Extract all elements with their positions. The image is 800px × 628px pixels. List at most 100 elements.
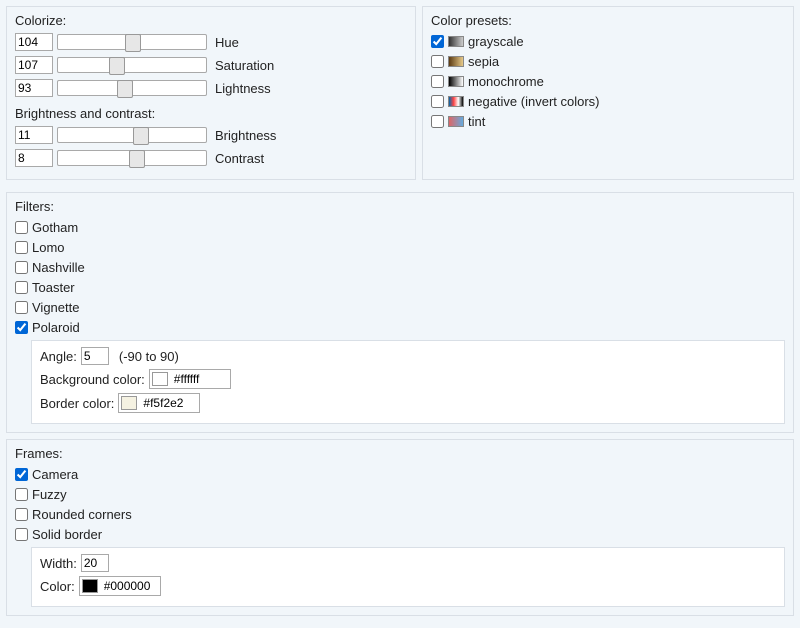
camera-width-input[interactable]	[81, 554, 109, 572]
polaroid-border-input[interactable]	[141, 395, 197, 411]
preset-negative-row: negative (invert colors)	[431, 92, 785, 110]
hue-thumb[interactable]	[125, 34, 141, 52]
polaroid-border-swatch	[121, 396, 137, 410]
frame-camera-checkbox[interactable]	[15, 468, 28, 481]
filter-toaster-row: Toaster	[15, 278, 785, 296]
camera-width-label: Width:	[40, 556, 77, 571]
preset-monochrome-checkbox[interactable]	[431, 75, 444, 88]
preset-monochrome-label: monochrome	[468, 74, 544, 89]
sepia-icon	[448, 56, 464, 67]
polaroid-bg-row: Background color:	[40, 369, 776, 389]
polaroid-subpanel: Angle: (-90 to 90) Background color: Bor…	[31, 340, 785, 424]
filters-panel: Filters: Gotham Lomo Nashville Toaster V…	[6, 192, 794, 433]
filters-title: Filters:	[15, 199, 785, 214]
preset-negative-label: negative (invert colors)	[468, 94, 600, 109]
saturation-label: Saturation	[215, 58, 274, 73]
filter-polaroid-row: Polaroid	[15, 318, 785, 336]
filter-nashville-label: Nashville	[32, 260, 85, 275]
contrast-label: Contrast	[215, 151, 264, 166]
bc-title: Brightness and contrast:	[15, 106, 407, 121]
color-presets-title: Color presets:	[431, 13, 785, 28]
frames-panel: Frames: Camera Fuzzy Rounded corners Sol…	[6, 439, 794, 616]
polaroid-angle-input[interactable]	[81, 347, 109, 365]
frame-rounded-label: Rounded corners	[32, 507, 132, 522]
frame-fuzzy-checkbox[interactable]	[15, 488, 28, 501]
camera-color-colorfield[interactable]	[79, 576, 161, 596]
preset-sepia-label: sepia	[468, 54, 499, 69]
colorize-title: Colorize:	[15, 13, 407, 28]
brightness-slider[interactable]	[57, 127, 207, 143]
saturation-input[interactable]	[15, 56, 53, 74]
frame-solid-row: Solid border	[15, 525, 785, 543]
filter-toaster-label: Toaster	[32, 280, 75, 295]
polaroid-bg-input[interactable]	[172, 371, 228, 387]
preset-sepia-checkbox[interactable]	[431, 55, 444, 68]
hue-input[interactable]	[15, 33, 53, 51]
color-presets-panel: Color presets: grayscale sepia monochrom…	[422, 6, 794, 180]
preset-monochrome-row: monochrome	[431, 72, 785, 90]
brightness-label: Brightness	[215, 128, 276, 143]
brightness-input[interactable]	[15, 126, 53, 144]
preset-grayscale-label: grayscale	[468, 34, 524, 49]
lightness-label: Lightness	[215, 81, 271, 96]
colorize-panel: Colorize: Hue Saturation Lightness Brigh…	[6, 6, 416, 180]
hue-row: Hue	[15, 32, 407, 52]
camera-color-row: Color:	[40, 576, 776, 596]
filter-lomo-row: Lomo	[15, 238, 785, 256]
preset-negative-checkbox[interactable]	[431, 95, 444, 108]
monochrome-icon	[448, 76, 464, 87]
brightness-row: Brightness	[15, 125, 407, 145]
lightness-thumb[interactable]	[117, 80, 133, 98]
camera-width-row: Width:	[40, 554, 776, 572]
contrast-slider[interactable]	[57, 150, 207, 166]
grayscale-icon	[448, 36, 464, 47]
lightness-input[interactable]	[15, 79, 53, 97]
filter-vignette-row: Vignette	[15, 298, 785, 316]
preset-tint-row: tint	[431, 112, 785, 130]
camera-subpanel: Width: Color:	[31, 547, 785, 607]
polaroid-angle-hint: (-90 to 90)	[119, 349, 179, 364]
preset-tint-checkbox[interactable]	[431, 115, 444, 128]
saturation-row: Saturation	[15, 55, 407, 75]
frame-fuzzy-label: Fuzzy	[32, 487, 67, 502]
polaroid-bg-swatch	[152, 372, 168, 386]
polaroid-bg-label: Background color:	[40, 372, 145, 387]
preset-grayscale-checkbox[interactable]	[431, 35, 444, 48]
filter-vignette-checkbox[interactable]	[15, 301, 28, 314]
frame-camera-label: Camera	[32, 467, 78, 482]
saturation-thumb[interactable]	[109, 57, 125, 75]
filter-toaster-checkbox[interactable]	[15, 281, 28, 294]
saturation-slider[interactable]	[57, 57, 207, 73]
brightness-thumb[interactable]	[133, 127, 149, 145]
filter-gotham-label: Gotham	[32, 220, 78, 235]
camera-color-swatch	[82, 579, 98, 593]
lightness-slider[interactable]	[57, 80, 207, 96]
filter-nashville-row: Nashville	[15, 258, 785, 276]
filter-polaroid-label: Polaroid	[32, 320, 80, 335]
contrast-row: Contrast	[15, 148, 407, 168]
contrast-input[interactable]	[15, 149, 53, 167]
frame-rounded-row: Rounded corners	[15, 505, 785, 523]
preset-sepia-row: sepia	[431, 52, 785, 70]
polaroid-angle-row: Angle: (-90 to 90)	[40, 347, 776, 365]
hue-slider[interactable]	[57, 34, 207, 50]
filter-polaroid-checkbox[interactable]	[15, 321, 28, 334]
negative-icon	[448, 96, 464, 107]
polaroid-angle-label: Angle:	[40, 349, 77, 364]
contrast-thumb[interactable]	[129, 150, 145, 168]
frame-camera-row: Camera	[15, 465, 785, 483]
filter-nashville-checkbox[interactable]	[15, 261, 28, 274]
hue-label: Hue	[215, 35, 239, 50]
polaroid-border-row: Border color:	[40, 393, 776, 413]
frame-rounded-checkbox[interactable]	[15, 508, 28, 521]
polaroid-border-colorfield[interactable]	[118, 393, 200, 413]
frame-solid-checkbox[interactable]	[15, 528, 28, 541]
camera-color-input[interactable]	[102, 578, 158, 594]
filter-gotham-checkbox[interactable]	[15, 221, 28, 234]
lightness-row: Lightness	[15, 78, 407, 98]
preset-tint-label: tint	[468, 114, 485, 129]
filter-lomo-checkbox[interactable]	[15, 241, 28, 254]
preset-grayscale-row: grayscale	[431, 32, 785, 50]
polaroid-bg-colorfield[interactable]	[149, 369, 231, 389]
frame-fuzzy-row: Fuzzy	[15, 485, 785, 503]
